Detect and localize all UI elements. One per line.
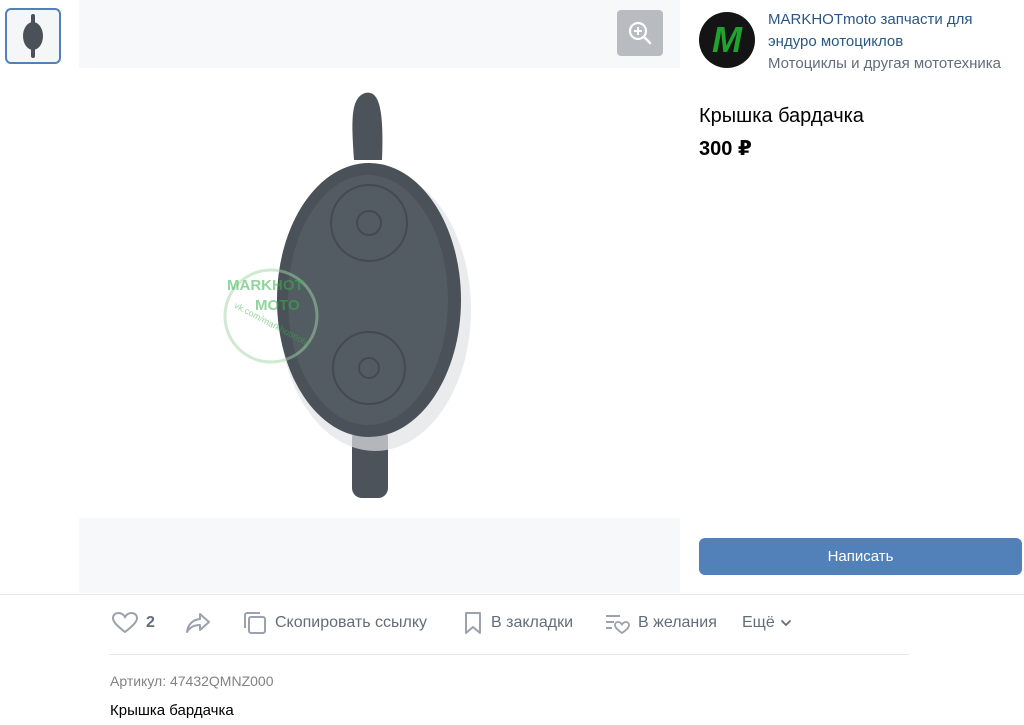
bookmark-icon [463, 611, 483, 635]
like-count: 2 [146, 614, 155, 631]
heart-icon [112, 612, 138, 634]
divider [0, 594, 1024, 595]
thumbnail-image [23, 14, 43, 58]
shop-category: Мотоциклы и другая мототехника [768, 55, 1002, 72]
zoom-button[interactable] [617, 10, 663, 56]
divider [109, 654, 909, 655]
shop-name-link[interactable]: MARKHOTmoto запчасти для эндуро мотоцикл… [768, 9, 1024, 53]
copy-link-button[interactable]: Скопировать ссылку [243, 606, 427, 640]
product-photo[interactable]: MARKHOT MOTO vk.com/markhotmoto [79, 68, 680, 518]
write-button[interactable]: Написать [699, 538, 1022, 575]
zoom-in-icon [628, 21, 652, 45]
shop-avatar[interactable]: M [699, 12, 755, 68]
bookmark-button[interactable]: В закладки [463, 606, 573, 640]
copy-icon [243, 611, 267, 635]
svg-text:M: M [712, 19, 743, 60]
more-label: Ещё [742, 614, 775, 631]
product-sku: Артикул: 47432QMNZ000 [110, 673, 274, 689]
shop-logo-icon: M [712, 19, 743, 60]
product-thumbnail[interactable] [5, 8, 61, 64]
product-title: Крышка бардачка [699, 105, 864, 127]
product-image: MARKHOT MOTO vk.com/markhotmoto [223, 92, 471, 498]
wishlist-icon [604, 611, 630, 635]
product-price: 300 ₽ [699, 138, 752, 160]
more-button[interactable]: Ещё [742, 606, 792, 640]
like-button[interactable]: 2 [112, 606, 155, 640]
watermark-line1: MARKHOT [227, 277, 304, 294]
watermark-line2: MOTO [255, 297, 300, 314]
wishlist-button[interactable]: В желания [604, 606, 717, 640]
watermark: MARKHOT MOTO vk.com/markhotmoto [227, 277, 311, 348]
share-button[interactable] [185, 606, 219, 640]
chevron-down-icon [780, 614, 792, 632]
share-arrow-icon [185, 612, 211, 634]
product-description: Крышка бардачка [110, 702, 234, 719]
photo-gallery: MARKHOT MOTO vk.com/markhotmoto [79, 0, 680, 593]
wishlist-label: В желания [638, 614, 717, 631]
bookmark-label: В закладки [491, 614, 574, 631]
copy-link-label: Скопировать ссылку [275, 614, 428, 631]
